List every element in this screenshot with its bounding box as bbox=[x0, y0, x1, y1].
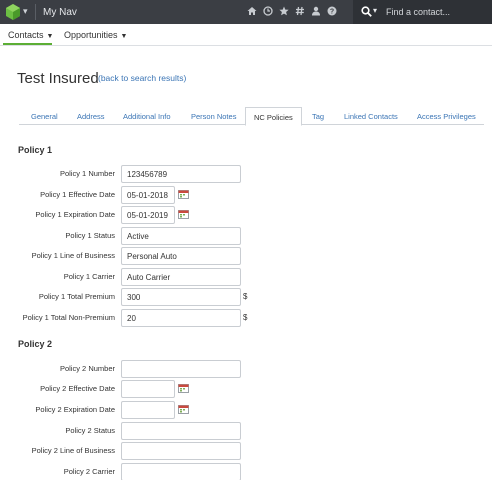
policy-1-lob-field[interactable] bbox=[121, 247, 241, 265]
search-icon[interactable] bbox=[361, 6, 372, 17]
policy-2-effective-row: Policy 2 Effective Date bbox=[0, 380, 492, 400]
policy-1-expiration-date-field[interactable] bbox=[121, 206, 175, 224]
currency-symbol: $ bbox=[243, 313, 248, 322]
chevron-down-icon: ▼ bbox=[120, 33, 128, 40]
tab-access-privileges[interactable]: Access Privileges bbox=[417, 107, 476, 125]
policy-2-number-label: Policy 2 Number bbox=[59, 364, 115, 373]
policy-1-number-label: Policy 1 Number bbox=[59, 169, 115, 178]
policy-1-number-field[interactable] bbox=[121, 165, 241, 183]
page-title: Test Insured bbox=[17, 70, 99, 87]
tab-linked-contacts[interactable]: Linked Contacts bbox=[344, 107, 398, 125]
tab-address[interactable]: Address bbox=[77, 107, 105, 125]
svg-text:?: ? bbox=[330, 9, 334, 16]
policy-2-carrier-field[interactable] bbox=[121, 463, 241, 480]
policy-1-carrier-label: Policy 1 Carrier bbox=[63, 272, 115, 281]
hashtag-icon[interactable] bbox=[295, 6, 305, 16]
tab-person-notes[interactable]: Person Notes bbox=[191, 107, 236, 125]
policy-2-status-field[interactable] bbox=[121, 422, 241, 440]
app-logo-icon[interactable] bbox=[6, 4, 20, 20]
tab-bar: General Address Additional Info Person N… bbox=[19, 107, 484, 126]
secondary-nav: Contacts ▼ Opportunities ▼ bbox=[0, 24, 492, 46]
policy-2-effective-label: Policy 2 Effective Date bbox=[40, 384, 115, 393]
nav-opportunities-label: Opportunities bbox=[64, 30, 118, 40]
home-icon[interactable] bbox=[247, 6, 257, 16]
policy-2-header: Policy 2 bbox=[18, 339, 53, 349]
active-nav-indicator bbox=[3, 43, 52, 45]
tab-general[interactable]: General bbox=[31, 107, 58, 125]
top-icon-group: ? bbox=[247, 6, 337, 16]
policy-1-number-row: Policy 1 Number bbox=[0, 165, 492, 185]
user-icon[interactable] bbox=[311, 6, 321, 16]
policy-2-effective-date-field[interactable] bbox=[121, 380, 175, 398]
calendar-icon[interactable] bbox=[178, 384, 189, 393]
policy-1-nonpremium-field[interactable] bbox=[121, 309, 241, 327]
nav-contacts-menu[interactable]: Contacts ▼ bbox=[8, 30, 53, 40]
policy-2-lob-label: Policy 2 Line of Business bbox=[31, 446, 115, 455]
app-menu-chevron-icon[interactable]: ▾ bbox=[23, 6, 28, 17]
policy-2-number-field[interactable] bbox=[121, 360, 241, 378]
policy-1-expiration-label: Policy 1 Expiration Date bbox=[35, 210, 115, 219]
tab-tag[interactable]: Tag bbox=[312, 107, 324, 125]
policy-1-premium-row: Policy 1 Total Premium $ bbox=[0, 288, 492, 308]
policy-1-header: Policy 1 bbox=[18, 145, 53, 155]
nav-opportunities-menu[interactable]: Opportunities ▼ bbox=[64, 30, 127, 40]
star-icon[interactable] bbox=[279, 6, 289, 16]
back-to-search-link[interactable]: (back to search results) bbox=[98, 73, 186, 83]
search-options-chevron-icon[interactable]: ▾ bbox=[373, 6, 377, 15]
policy-1-status-row: Policy 1 Status bbox=[0, 227, 492, 247]
nav-title[interactable]: My Nav bbox=[43, 7, 77, 18]
policy-1-status-label: Policy 1 Status bbox=[65, 231, 115, 240]
policy-2-expiration-date-field[interactable] bbox=[121, 401, 175, 419]
policy-2-status-row: Policy 2 Status bbox=[0, 422, 492, 442]
policy-1-nonpremium-label: Policy 1 Total Non-Premium bbox=[22, 313, 115, 322]
policy-1-effective-date-field[interactable] bbox=[121, 186, 175, 204]
contact-search-box[interactable]: ▾ bbox=[353, 0, 492, 24]
policy-1-carrier-field[interactable] bbox=[121, 268, 241, 286]
chevron-down-icon: ▼ bbox=[46, 33, 54, 40]
policy-1-lob-label: Policy 1 Line of Business bbox=[31, 251, 115, 260]
calendar-icon[interactable] bbox=[178, 210, 189, 219]
tab-additional-info[interactable]: Additional Info bbox=[123, 107, 171, 125]
currency-symbol: $ bbox=[243, 292, 248, 301]
policy-2-carrier-row: Policy 2 Carrier bbox=[0, 463, 492, 480]
clock-icon[interactable] bbox=[263, 6, 273, 16]
policy-1-lob-row: Policy 1 Line of Business bbox=[0, 247, 492, 267]
nav-divider bbox=[35, 4, 36, 20]
policy-1-status-field[interactable] bbox=[121, 227, 241, 245]
help-icon[interactable]: ? bbox=[327, 6, 337, 16]
policy-1-premium-field[interactable] bbox=[121, 288, 241, 306]
policy-2-lob-row: Policy 2 Line of Business bbox=[0, 442, 492, 462]
policy-2-lob-field[interactable] bbox=[121, 442, 241, 460]
policy-1-effective-label: Policy 1 Effective Date bbox=[40, 190, 115, 199]
policy-1-nonpremium-row: Policy 1 Total Non-Premium $ bbox=[0, 309, 492, 329]
calendar-icon[interactable] bbox=[178, 190, 189, 199]
policy-2-expiration-row: Policy 2 Expiration Date bbox=[0, 401, 492, 421]
nav-contacts-label: Contacts bbox=[8, 30, 44, 40]
top-nav-bar: ▾ My Nav ? ▾ bbox=[0, 0, 492, 24]
search-input[interactable] bbox=[386, 4, 486, 20]
policy-1-carrier-row: Policy 1 Carrier bbox=[0, 268, 492, 288]
calendar-icon[interactable] bbox=[178, 405, 189, 414]
tab-nc-policies[interactable]: NC Policies bbox=[245, 107, 302, 126]
policy-2-carrier-label: Policy 2 Carrier bbox=[63, 467, 115, 476]
policy-2-number-row: Policy 2 Number bbox=[0, 360, 492, 380]
policy-2-status-label: Policy 2 Status bbox=[65, 426, 115, 435]
policy-2-expiration-label: Policy 2 Expiration Date bbox=[35, 405, 115, 414]
policy-1-expiration-row: Policy 1 Expiration Date bbox=[0, 206, 492, 226]
policy-1-premium-label: Policy 1 Total Premium bbox=[38, 292, 115, 301]
policy-1-effective-row: Policy 1 Effective Date bbox=[0, 186, 492, 206]
